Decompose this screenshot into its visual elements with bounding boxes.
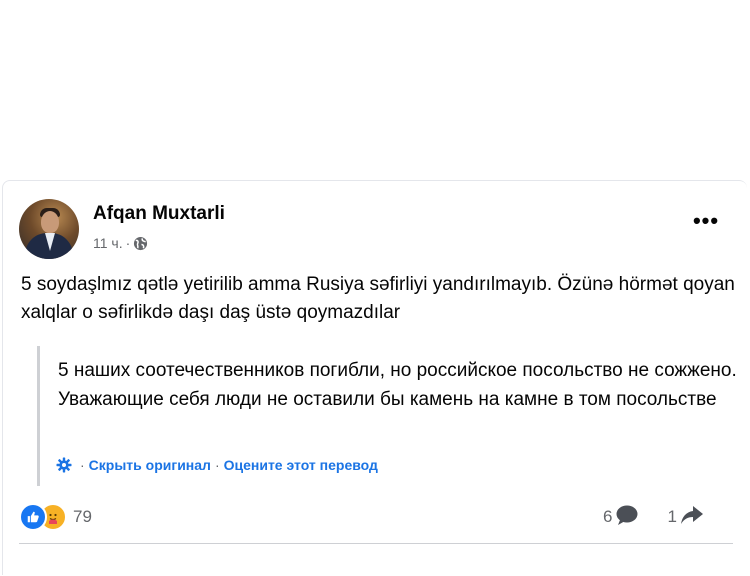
share-icon xyxy=(680,504,704,531)
translation-block: 5 наших соотечественников погибли, но ро… xyxy=(37,346,740,486)
comments-stat[interactable]: 6 xyxy=(603,504,639,531)
like-icon xyxy=(19,503,47,531)
shares-stat[interactable]: 1 xyxy=(667,504,703,531)
divider xyxy=(19,543,733,544)
hide-original-link[interactable]: Скрыть оригинал xyxy=(89,457,211,473)
comments-count: 6 xyxy=(603,507,613,526)
post-text: 5 soydaşlmız qətlə yetirilib amma Rusiya… xyxy=(21,274,735,323)
rate-translation-link[interactable]: Оцените этот перевод xyxy=(224,457,378,473)
link-separator: · xyxy=(80,457,85,473)
author-name[interactable]: Afqan Muxtarli xyxy=(93,203,225,225)
reactions-summary[interactable]: 79 xyxy=(19,503,92,531)
post-card: Afqan Muxtarli 11 ч. · ••• 5 soydaşlmız … xyxy=(2,180,747,575)
translation-links: · Скрыть оригинал · Оцените этот перевод xyxy=(56,457,378,473)
more-options-icon[interactable]: ••• xyxy=(691,210,721,232)
avatar-head xyxy=(41,211,59,233)
engagement-stats: 6 1 xyxy=(603,503,704,531)
translation-text: 5 наших соотечественников погибли, но ро… xyxy=(58,360,737,410)
post-time[interactable]: 11 ч. xyxy=(93,235,123,251)
comment-icon xyxy=(615,504,639,531)
gear-icon[interactable] xyxy=(56,457,72,473)
avatar[interactable] xyxy=(19,199,79,259)
shares-count: 1 xyxy=(667,507,677,526)
post-meta: 11 ч. · xyxy=(93,235,148,251)
globe-icon xyxy=(133,236,148,251)
reaction-count: 79 xyxy=(73,507,92,526)
link-separator: · xyxy=(214,457,220,473)
meta-separator: · xyxy=(125,235,131,251)
